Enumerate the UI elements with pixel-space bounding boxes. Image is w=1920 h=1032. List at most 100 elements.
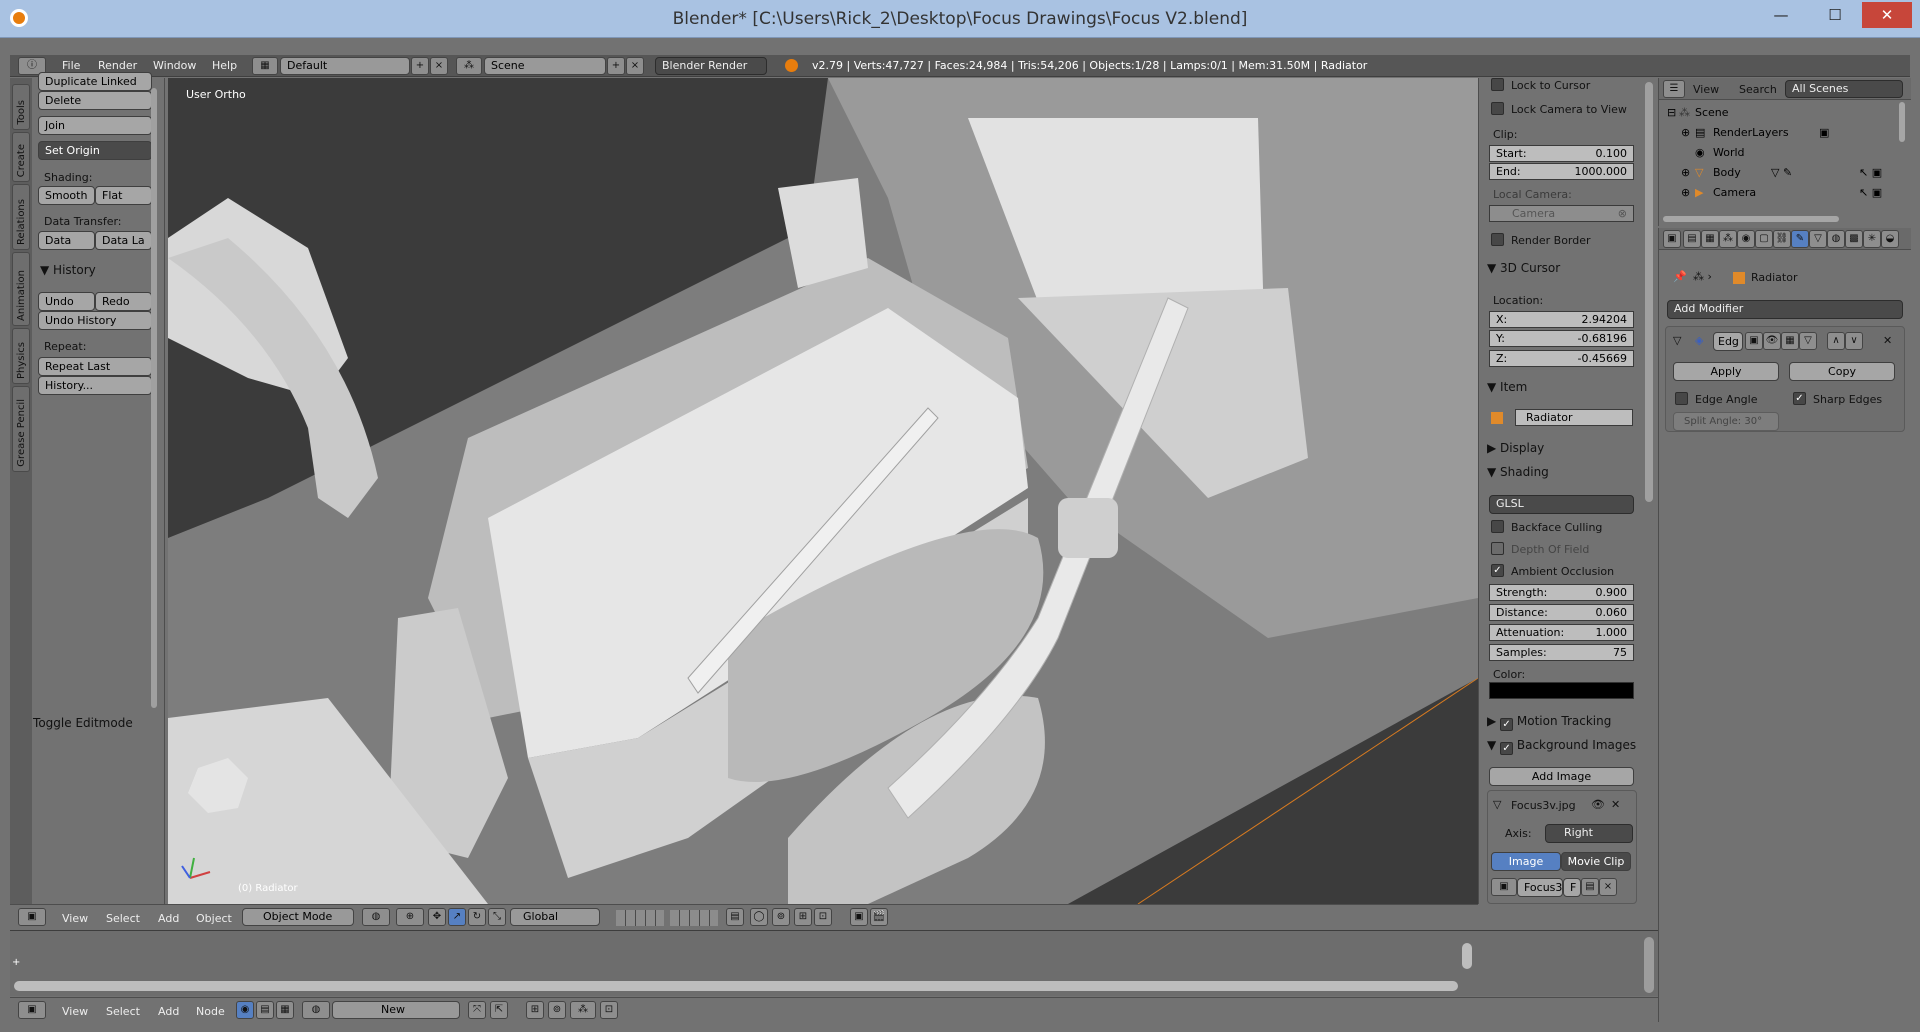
display-mode-select[interactable]: All Scenes — [1785, 80, 1903, 98]
timeline-left-marker[interactable]: + — [12, 957, 20, 969]
item-name-field[interactable]: Radiator — [1515, 409, 1633, 426]
tab-relations[interactable]: Relations — [12, 184, 30, 250]
data-tab-icon[interactable]: ▽ — [1809, 230, 1827, 248]
3d-viewport[interactable]: User Ortho (0) Radiator — [168, 78, 1478, 904]
add-scene-icon[interactable]: + — [607, 57, 625, 75]
cursor-x-field[interactable]: X: 2.94204 — [1489, 311, 1634, 328]
eye-icon[interactable]: 👁 — [1591, 798, 1605, 811]
outliner-scrollbar[interactable] — [1663, 216, 1839, 222]
outliner-type-icon[interactable]: ☰ — [1663, 80, 1685, 98]
delete-button[interactable]: Delete — [38, 91, 152, 110]
modifiers-tab-icon[interactable]: ✎ — [1791, 230, 1809, 248]
clip-end-field[interactable]: End: 1000.000 — [1489, 163, 1634, 180]
menu-view[interactable]: View — [62, 912, 88, 925]
scale-icon[interactable]: ⤡ — [488, 908, 506, 926]
new-material-button[interactable]: New — [332, 1001, 460, 1019]
layers-grid-2[interactable] — [670, 910, 718, 926]
history-button[interactable]: History... — [38, 376, 152, 395]
add-modifier-select[interactable]: Add Modifier — [1667, 300, 1903, 319]
outliner-row-scene[interactable]: ⊟ ⁂ Scene — [1659, 106, 1903, 126]
render-animation-icon[interactable]: 🎬 — [870, 908, 888, 926]
add-image-button[interactable]: Add Image — [1489, 767, 1634, 786]
menu-select[interactable]: Select — [106, 912, 140, 925]
maximize-button[interactable]: ☐ — [1812, 2, 1858, 28]
layout-select[interactable]: Default — [280, 57, 410, 75]
tab-image[interactable]: Image — [1491, 852, 1561, 871]
use-nodes-icon[interactable]: ⤧ — [468, 1001, 486, 1019]
scene-icon[interactable]: ⁂ — [456, 57, 482, 75]
add-layout-icon[interactable]: + — [411, 57, 429, 75]
orientation-select[interactable]: Global — [510, 908, 600, 926]
menu-add[interactable]: Add — [158, 912, 179, 925]
world-tab-icon[interactable]: ◉ — [1737, 230, 1755, 248]
compositing-nodes-icon[interactable]: ▤ — [256, 1001, 274, 1019]
menu-file[interactable]: File — [62, 59, 80, 72]
display-header[interactable]: ▶ Display — [1487, 441, 1544, 455]
lock-layers-icon[interactable]: ▤ — [726, 908, 744, 926]
snap-target-icon[interactable]: ⊞ — [794, 908, 812, 926]
remove-modifier-icon[interactable]: ✕ — [1883, 334, 1892, 347]
backface-culling-checkbox[interactable] — [1491, 520, 1504, 533]
remove-layout-icon[interactable]: × — [430, 57, 448, 75]
ao-color-swatch[interactable] — [1489, 682, 1634, 699]
node-menu-select[interactable]: Select — [106, 1005, 140, 1018]
object-tab-icon[interactable]: ▢ — [1755, 230, 1773, 248]
tab-grease-pencil[interactable]: Grease Pencil — [12, 386, 30, 472]
cursor-y-field[interactable]: Y: -0.68196 — [1489, 330, 1634, 347]
snap-node-icon[interactable]: ⊞ — [526, 1001, 544, 1019]
shading-mode-select[interactable]: GLSL — [1489, 495, 1634, 514]
copy-button[interactable]: Copy — [1789, 362, 1895, 381]
flat-button[interactable]: Flat — [95, 186, 152, 205]
tab-create[interactable]: Create — [12, 132, 30, 182]
ao-attenuation-field[interactable]: Attenuation: 1.000 — [1489, 624, 1634, 641]
ao-strength-field[interactable]: Strength: 0.900 — [1489, 584, 1634, 601]
modifier-name-field[interactable]: Edg — [1713, 332, 1743, 351]
backdrop-icon[interactable]: ⇱ — [490, 1001, 508, 1019]
object-mode-select[interactable]: Object Mode — [242, 908, 354, 926]
timeline-area[interactable]: + — [10, 930, 1658, 996]
clip-start-field[interactable]: Start: 0.100 — [1489, 145, 1634, 162]
redo-button[interactable]: Redo — [95, 292, 152, 311]
data-button[interactable]: Data — [38, 231, 95, 250]
set-origin-select[interactable]: Set Origin — [38, 141, 152, 160]
pivot-icon[interactable]: ⊕ — [396, 908, 424, 926]
proportional-edit-icon[interactable]: ⊡ — [814, 908, 832, 926]
layers-grid[interactable] — [616, 910, 664, 926]
sharp-edges-checkbox[interactable]: ✓ — [1793, 392, 1806, 405]
show-on-cage-icon[interactable]: ▽ — [1799, 332, 1817, 350]
move-down-icon[interactable]: ∨ — [1845, 332, 1863, 350]
lock-cursor-checkbox[interactable] — [1491, 78, 1504, 91]
motion-tracking-header[interactable]: ▶ ✓ Motion Tracking — [1487, 714, 1611, 731]
render-border-checkbox[interactable] — [1491, 233, 1504, 246]
outliner-row-body[interactable]: ⊕ ▽ Body ▽ ✎ ↖ ▣ — [1659, 166, 1903, 186]
remove-bg-icon[interactable]: ✕ — [1611, 798, 1620, 811]
outliner-row-renderlayers[interactable]: ⊕ ▤ RenderLayers ▣ — [1659, 126, 1903, 146]
properties-type-icon[interactable]: ▣ — [1663, 230, 1681, 248]
background-images-header[interactable]: ▼ ✓ Background Images — [1487, 738, 1636, 755]
edge-angle-checkbox[interactable] — [1675, 392, 1688, 405]
texture-tab-icon[interactable]: ▩ — [1845, 230, 1863, 248]
tool-shelf-scrollbar[interactable] — [151, 88, 157, 708]
outliner-menu-view[interactable]: View — [1693, 83, 1719, 96]
timeline-horizontal-scroll[interactable] — [14, 981, 1458, 991]
minimize-button[interactable]: — — [1758, 2, 1804, 28]
lock-camera-checkbox[interactable] — [1491, 102, 1504, 115]
history-panel-header[interactable]: ▼ History — [40, 263, 96, 277]
close-button[interactable]: ✕ — [1862, 2, 1912, 28]
layout-grid-icon[interactable]: ▦ — [252, 57, 278, 75]
remove-scene-icon[interactable]: × — [626, 57, 644, 75]
right-vertical-scroll[interactable] — [1644, 937, 1654, 993]
apply-button[interactable]: Apply — [1673, 362, 1779, 381]
menu-window[interactable]: Window — [153, 59, 196, 72]
material-tab-icon[interactable]: ◍ — [1827, 230, 1845, 248]
ao-samples-field[interactable]: Samples: 75 — [1489, 644, 1634, 661]
3d-cursor-header[interactable]: ▼ 3D Cursor — [1487, 261, 1560, 275]
outliner-vscrollbar[interactable] — [1899, 102, 1905, 142]
render-preview-icon[interactable]: ◯ — [750, 908, 768, 926]
duplicate-linked-button[interactable]: Duplicate Linked — [38, 72, 152, 91]
render-engine-select[interactable]: Blender Render — [655, 57, 767, 75]
scene-tab-icon[interactable]: ⁂ — [1719, 230, 1737, 248]
fake-user-button[interactable]: F — [1563, 878, 1581, 897]
image-browse-icon[interactable]: ▣ — [1491, 878, 1517, 896]
menu-object[interactable]: Object — [196, 912, 232, 925]
